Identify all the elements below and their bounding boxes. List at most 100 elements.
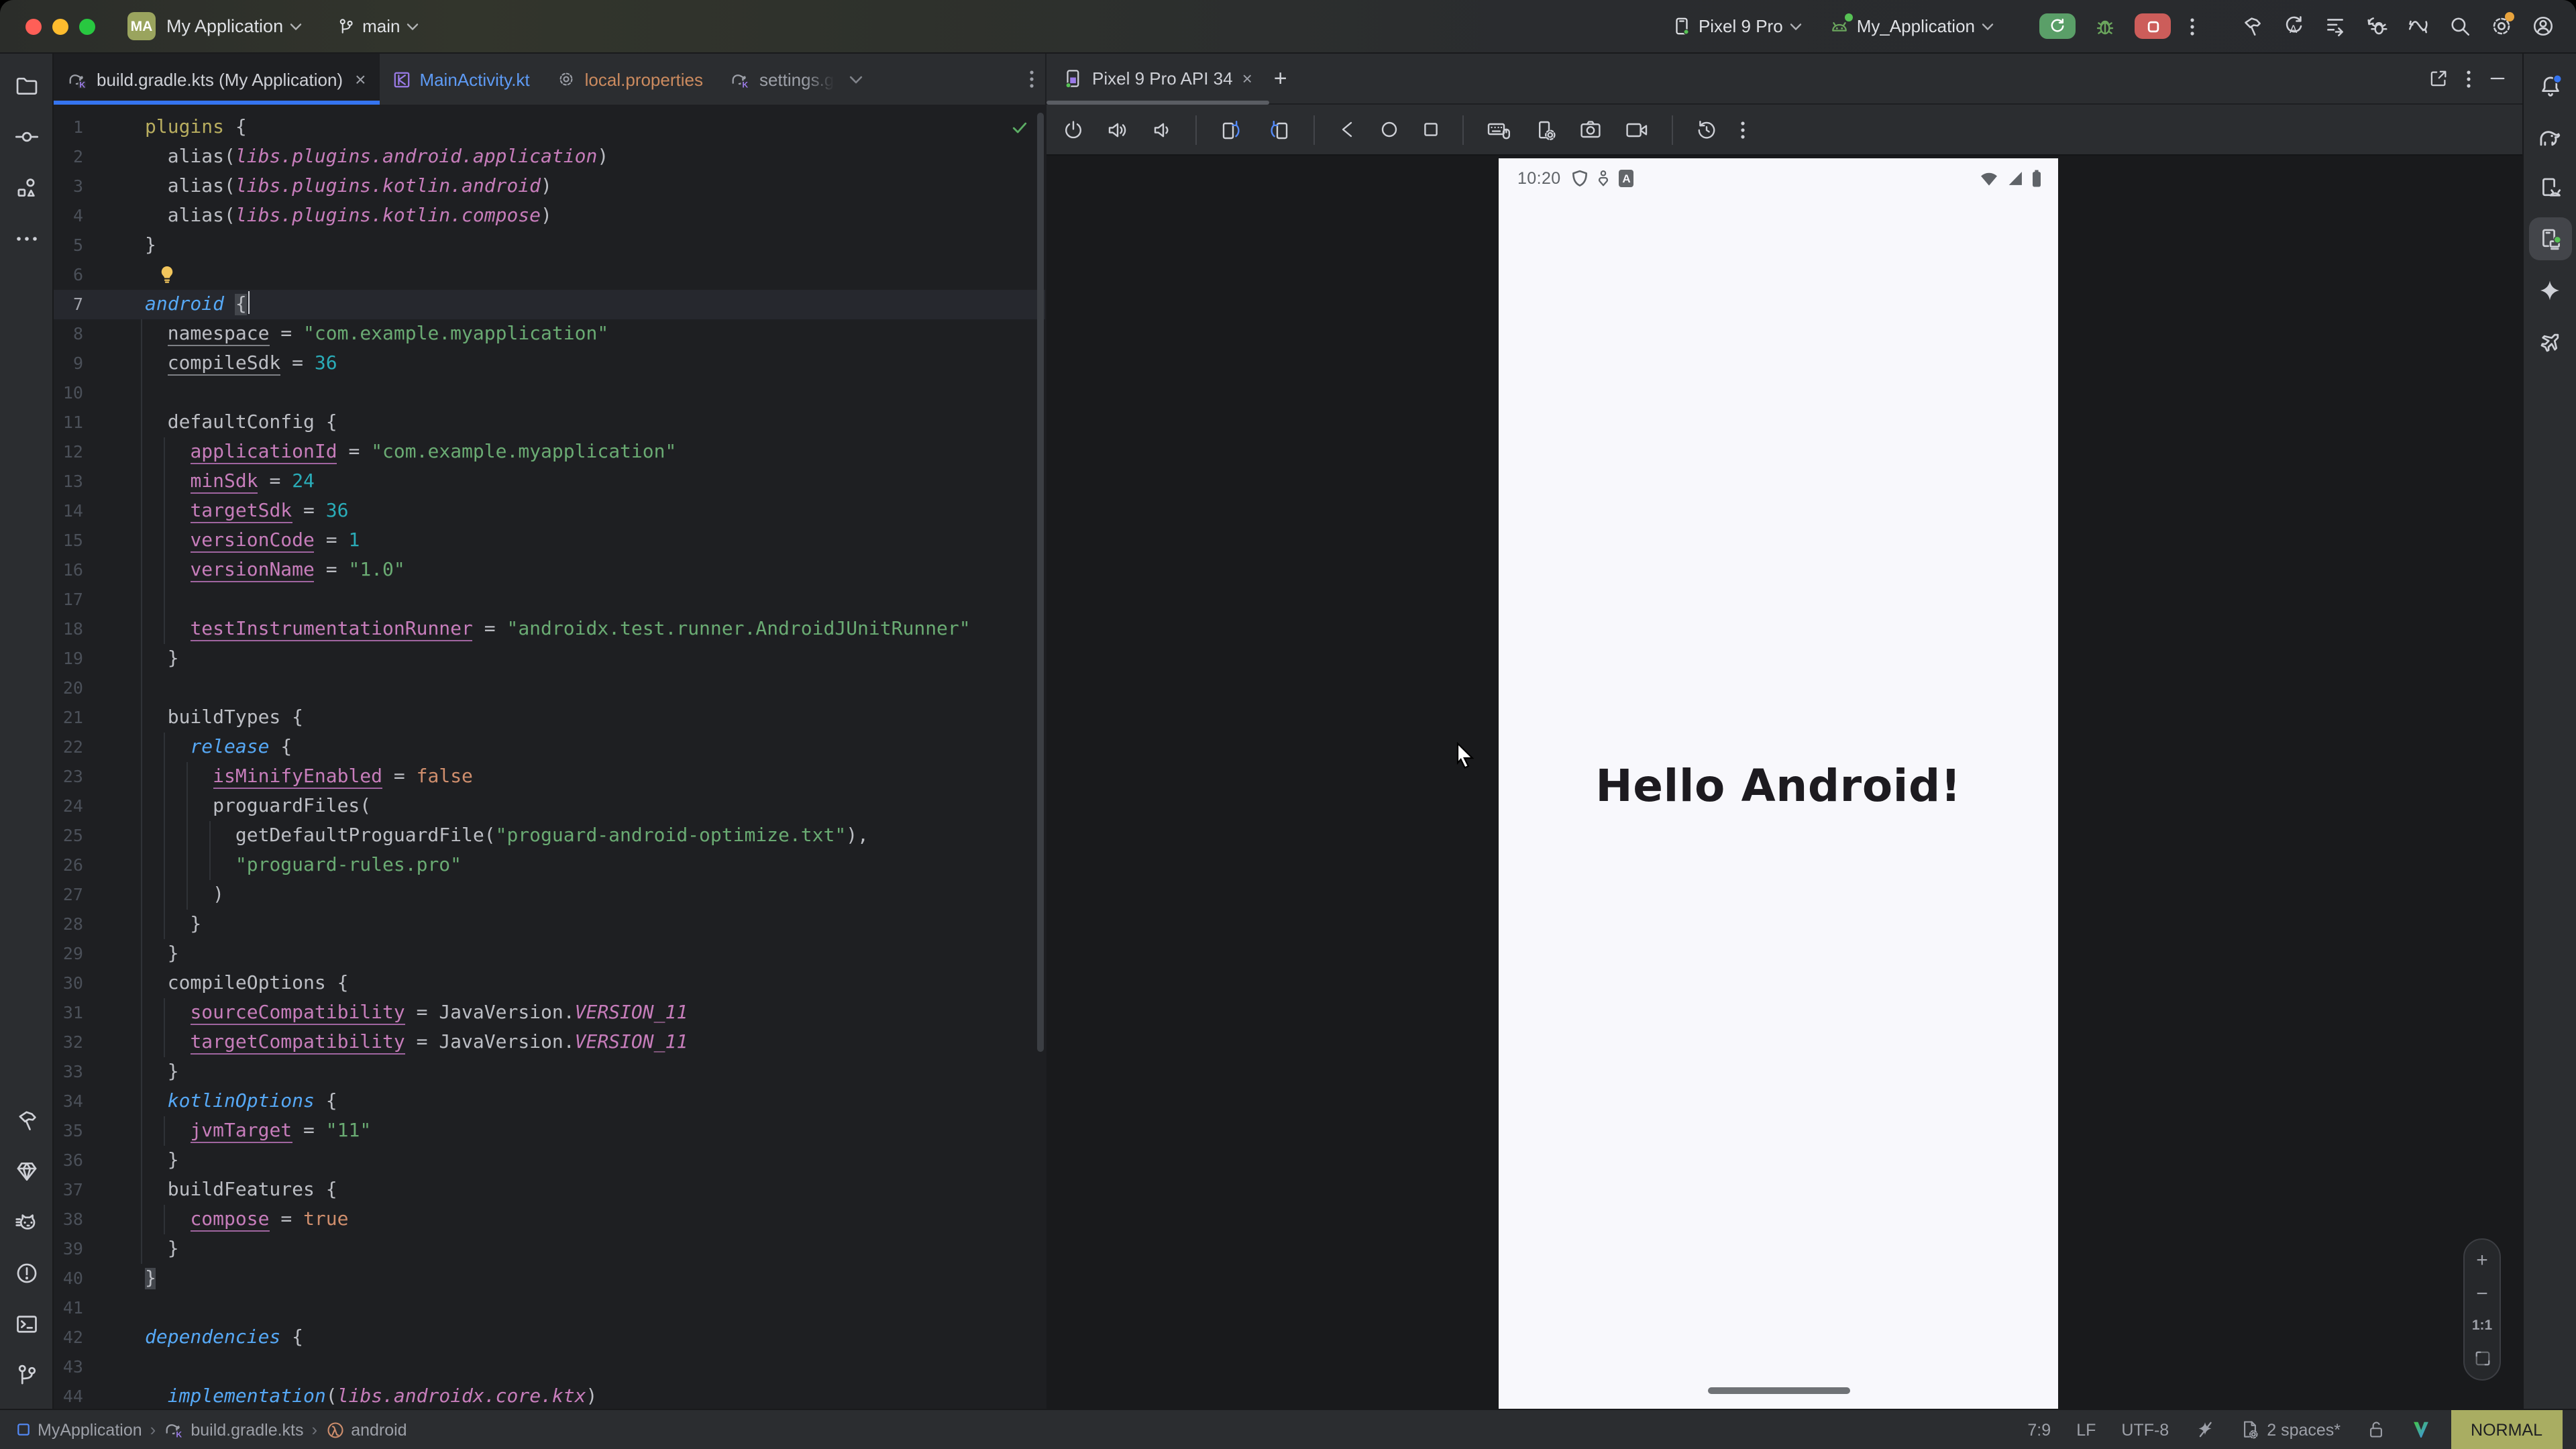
- code-line[interactable]: 33 }: [54, 1057, 1045, 1087]
- code-line[interactable]: 10: [54, 378, 1045, 408]
- code-line[interactable]: 27 ): [54, 880, 1045, 910]
- code-line[interactable]: 15 versionCode = 1: [54, 526, 1045, 555]
- run-more-button[interactable]: [2190, 15, 2195, 37]
- structure-tool-button[interactable]: [5, 166, 48, 209]
- indent-widget[interactable]: 2 spaces*: [2240, 1419, 2341, 1440]
- code-line[interactable]: 26 "proguard-rules.pro": [54, 851, 1045, 880]
- debug-button[interactable]: [2094, 15, 2116, 37]
- encoding-widget[interactable]: UTF-8: [2121, 1420, 2169, 1439]
- screen-record-button[interactable]: [1625, 120, 1649, 139]
- fit-screen-icon[interactable]: [2473, 1350, 2491, 1367]
- code-line[interactable]: 17: [54, 585, 1045, 614]
- code-line[interactable]: 14 targetSdk = 36: [54, 496, 1045, 526]
- breadcrumb-block[interactable]: android: [325, 1420, 407, 1439]
- back-button[interactable]: [1338, 119, 1356, 140]
- apply-code-changes-button[interactable]: [2324, 15, 2347, 38]
- run-configuration-selector[interactable]: My_Application: [1829, 16, 1994, 36]
- code-editor[interactable]: 1plugins {2 alias(libs.plugins.android.a…: [54, 105, 1045, 1409]
- code-line[interactable]: 40}: [54, 1264, 1045, 1293]
- device-selector[interactable]: Pixel 9 Pro: [1672, 16, 1802, 36]
- commit-tool-button[interactable]: [5, 115, 48, 158]
- close-device-tab-icon[interactable]: ×: [1242, 68, 1252, 89]
- open-in-window-icon[interactable]: [2428, 68, 2449, 89]
- volume-down-button[interactable]: [1152, 119, 1173, 140]
- build-tool-button[interactable]: [5, 1099, 48, 1142]
- plane-tool-button[interactable]: [2528, 319, 2571, 362]
- code-line[interactable]: 2 alias(libs.plugins.android.application…: [54, 142, 1045, 172]
- code-line[interactable]: 35 jvmTarget = "11": [54, 1116, 1045, 1146]
- code-line[interactable]: 36 }: [54, 1146, 1045, 1175]
- code-line[interactable]: 12 applicationId = "com.example.myapplic…: [54, 437, 1045, 467]
- device-more-button[interactable]: [1740, 119, 1746, 140]
- code-line[interactable]: 34 kotlinOptions {: [54, 1087, 1045, 1116]
- power-button[interactable]: [1063, 119, 1084, 140]
- code-line[interactable]: 43: [54, 1352, 1045, 1382]
- code-line[interactable]: 3 alias(libs.plugins.kotlin.android): [54, 172, 1045, 201]
- code-line[interactable]: 25 getDefaultProguardFile("proguard-andr…: [54, 821, 1045, 851]
- running-devices-button[interactable]: [2528, 217, 2571, 260]
- rerun-button[interactable]: [2039, 13, 2076, 39]
- settings-button[interactable]: [2490, 15, 2513, 38]
- panel-options-icon[interactable]: [2466, 68, 2471, 89]
- code-line[interactable]: 5}: [54, 231, 1045, 260]
- code-line[interactable]: 30 compileOptions {: [54, 969, 1045, 998]
- app-inspection-tool-button[interactable]: [5, 1150, 48, 1193]
- project-tool-button[interactable]: [5, 64, 48, 107]
- line-separator-widget[interactable]: LF: [2076, 1420, 2096, 1439]
- apply-changes-button[interactable]: A: [2282, 15, 2305, 38]
- more-tool-windows-button[interactable]: [5, 217, 48, 260]
- ideavim-icon[interactable]: [2410, 1419, 2430, 1440]
- intention-bulb-icon[interactable]: [157, 264, 177, 284]
- code-line[interactable]: 18 testInstrumentationRunner = "androidx…: [54, 614, 1045, 644]
- rotate-left-button[interactable]: [1220, 119, 1244, 140]
- rotate-right-button[interactable]: [1267, 119, 1291, 140]
- code-line[interactable]: 11 defaultConfig {: [54, 408, 1045, 437]
- search-everywhere-button[interactable]: [2449, 15, 2471, 38]
- notifications-button[interactable]: [2528, 64, 2571, 107]
- breadcrumb-file[interactable]: K build.gradle.kts: [164, 1419, 303, 1440]
- profiler-button[interactable]: [2407, 15, 2430, 38]
- tab-build-gradle-kts[interactable]: K build.gradle.kts (My Application) ×: [54, 54, 379, 105]
- tab-options-icon[interactable]: [1029, 68, 1034, 90]
- minimize-window-button[interactable]: [52, 18, 68, 34]
- code-line[interactable]: 9 compileSdk = 36: [54, 349, 1045, 378]
- code-line[interactable]: 32 targetCompatibility = JavaVersion.VER…: [54, 1028, 1045, 1057]
- emulator-screen[interactable]: 10:20 A Hello Android!: [1499, 158, 2058, 1409]
- gesture-navigation-bar[interactable]: [1707, 1387, 1849, 1394]
- reset-button[interactable]: [1696, 119, 1717, 140]
- project-selector[interactable]: My Application: [166, 16, 302, 36]
- code-line[interactable]: 31 sourceCompatibility = JavaVersion.VER…: [54, 998, 1045, 1028]
- code-line[interactable]: 38 compose = true: [54, 1205, 1045, 1234]
- profile-button[interactable]: [2532, 15, 2555, 38]
- stop-button[interactable]: [2135, 13, 2171, 39]
- editor-scrollbar[interactable]: [1037, 113, 1044, 1052]
- vim-mode-badge[interactable]: NORMAL: [2451, 1409, 2563, 1449]
- code-line[interactable]: 39 }: [54, 1234, 1045, 1264]
- code-line[interactable]: 44 implementation(libs.androidx.core.ktx…: [54, 1382, 1045, 1409]
- terminal-tool-button[interactable]: [5, 1303, 48, 1346]
- zoom-out-button[interactable]: −: [2476, 1285, 2488, 1302]
- code-line[interactable]: 1plugins {: [54, 113, 1045, 142]
- ai-assistant-disabled-icon[interactable]: [2194, 1419, 2214, 1440]
- tab-settings-gradle[interactable]: K settings.g: [716, 54, 875, 105]
- code-line[interactable]: 37 buildFeatures {: [54, 1175, 1045, 1205]
- gemini-button[interactable]: [2528, 268, 2571, 311]
- add-device-tab-button[interactable]: +: [1274, 65, 1287, 92]
- zoom-in-button[interactable]: +: [2476, 1252, 2488, 1269]
- code-line[interactable]: 13 minSdk = 24: [54, 467, 1045, 496]
- code-line[interactable]: 20: [54, 674, 1045, 703]
- code-line[interactable]: 6: [54, 260, 1045, 290]
- caret-position-widget[interactable]: 7:9: [2027, 1420, 2051, 1439]
- problems-tool-button[interactable]: [5, 1252, 48, 1295]
- code-line[interactable]: 23 isMinifyEnabled = false: [54, 762, 1045, 792]
- code-line[interactable]: 4 alias(libs.plugins.kotlin.compose): [54, 201, 1045, 231]
- code-line[interactable]: 28 }: [54, 910, 1045, 939]
- overview-button[interactable]: [1422, 121, 1440, 138]
- device-settings-button[interactable]: [1535, 119, 1556, 140]
- close-tab-icon[interactable]: ×: [355, 68, 366, 90]
- virtual-keyboard-button[interactable]: [1487, 119, 1512, 140]
- tab-mainactivity-kt[interactable]: MainActivity.kt: [379, 54, 543, 105]
- code-line[interactable]: 7android {: [54, 290, 1045, 319]
- gradle-tool-button[interactable]: [2528, 115, 2571, 158]
- code-line[interactable]: 21 buildTypes {: [54, 703, 1045, 733]
